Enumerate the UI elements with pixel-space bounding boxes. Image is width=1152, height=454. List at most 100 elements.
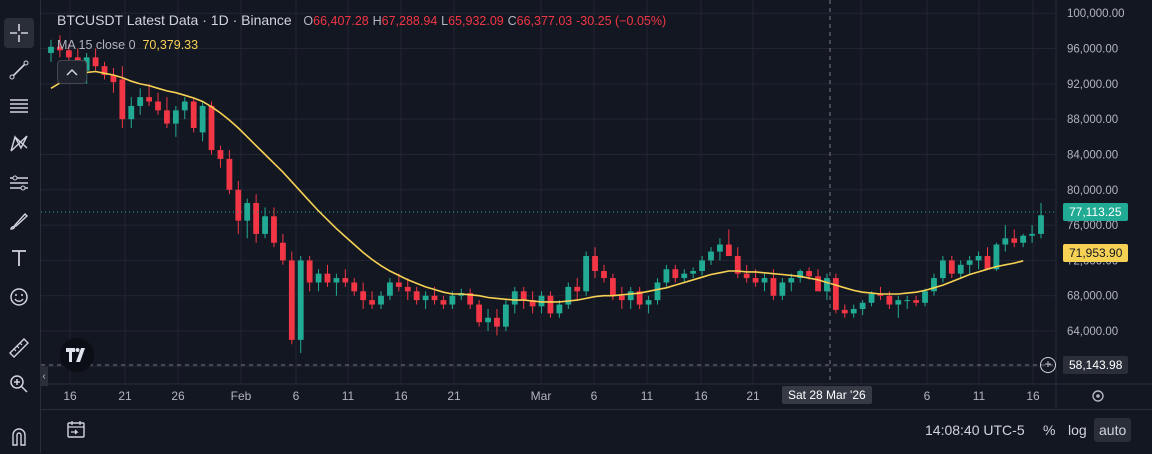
- candle-body: [360, 291, 367, 301]
- x-axis-labels: 162126Feb6111621Mar6111621Mar61116: [63, 389, 1040, 403]
- candle-body: [476, 304, 483, 323]
- candle-body: [975, 256, 982, 261]
- zoom-in-icon[interactable]: [4, 369, 34, 399]
- high-label: H: [372, 14, 382, 28]
- x-tick-label: 6: [591, 389, 598, 403]
- tv-logo-icon: [66, 348, 85, 362]
- candle-body: [1038, 215, 1044, 234]
- candle-body: [387, 282, 393, 296]
- clock-time[interactable]: 14:08:40 UTC-5: [925, 422, 1025, 438]
- trend-line-icon[interactable]: [4, 55, 34, 85]
- x-tick-label: 16: [63, 389, 77, 403]
- candle-body: [761, 278, 768, 283]
- candle-body: [895, 300, 902, 305]
- fib-retracement-icon[interactable]: [4, 91, 34, 121]
- y-tick-label: 92,000.00: [1067, 79, 1118, 91]
- date-range-icon[interactable]: [65, 420, 87, 443]
- candle-body: [886, 295, 893, 305]
- candle-body: [574, 286, 581, 292]
- ma-label: MA 15 close 0: [57, 38, 136, 52]
- x-tick-label: 21: [447, 389, 461, 403]
- change-value: -30.25 (−0.05%): [576, 14, 667, 28]
- ma-legend[interactable]: MA 15 close 0 70,379.33: [57, 38, 198, 52]
- candle-body: [297, 260, 304, 340]
- candle-body: [690, 271, 697, 274]
- candles: [48, 35, 1044, 354]
- magnet-icon[interactable]: [4, 422, 34, 452]
- candle-body: [815, 276, 821, 292]
- candle-body: [627, 291, 634, 301]
- candle-body: [725, 244, 732, 256]
- chart-grid: [41, 0, 1055, 384]
- log-toggle[interactable]: log: [1068, 422, 1087, 438]
- price-chart[interactable]: 162126Feb6111621Mar6111621Mar61116 100,0…: [41, 0, 1152, 409]
- candle-body: [654, 282, 661, 301]
- candle-body: [547, 295, 554, 314]
- candle-body: [226, 158, 233, 190]
- text-icon[interactable]: [4, 243, 34, 273]
- symbol-title[interactable]: BTCUSDT Latest Data · 1D · Binance: [57, 12, 292, 28]
- ma-value: 70,379.33: [142, 38, 199, 52]
- percent-toggle[interactable]: %: [1043, 422, 1055, 438]
- candle-body: [922, 291, 928, 303]
- candle-body: [262, 216, 268, 234]
- projection-icon[interactable]: [4, 168, 34, 198]
- candle-body: [520, 291, 527, 301]
- ma-price-badge: 71,953.90: [1063, 244, 1129, 262]
- crosshair-price-badge: 58,143.98: [1063, 356, 1129, 374]
- candle-body: [583, 256, 590, 292]
- candle-body: [395, 282, 402, 287]
- candle-body: [253, 203, 260, 234]
- x-tick-label: 16: [1026, 389, 1040, 403]
- candle-body: [422, 295, 429, 301]
- symbol-legend: BTCUSDT Latest Data · 1D · Binance O66,4…: [57, 12, 666, 28]
- ma-line: [50, 70, 1024, 303]
- close-value: 66,377.03: [516, 14, 573, 28]
- candle-body: [315, 273, 322, 283]
- pattern-icon[interactable]: [4, 129, 34, 159]
- candle-body: [806, 271, 813, 277]
- x-tick-label: 16: [694, 389, 708, 403]
- candle-body: [413, 291, 420, 301]
- emoji-icon[interactable]: [4, 282, 34, 312]
- candle-body: [92, 57, 99, 67]
- candle-body: [235, 189, 242, 221]
- low-value: 65,932.09: [448, 14, 504, 28]
- add-alert-icon[interactable]: +: [1040, 357, 1056, 373]
- settings-gear-icon[interactable]: [1092, 390, 1104, 402]
- collapse-legend-button[interactable]: [57, 60, 87, 84]
- auto-toggle[interactable]: auto: [1094, 418, 1132, 442]
- candle-body: [440, 300, 447, 305]
- candle-body: [502, 304, 509, 327]
- candle-body: [913, 300, 920, 303]
- crosshair-date-badge: Sat 28 Mar '26: [782, 386, 872, 404]
- open-label: O: [303, 14, 314, 28]
- candle-body: [511, 291, 518, 305]
- candle-body: [957, 264, 964, 274]
- x-tick-label: 21: [118, 389, 132, 403]
- x-tick-label: 11: [973, 389, 986, 403]
- high-value: 67,288.94: [381, 14, 438, 28]
- candle-body: [966, 260, 973, 265]
- candle-body: [779, 282, 786, 296]
- candle-body: [1020, 235, 1027, 243]
- x-tick-label: Mar: [531, 389, 552, 403]
- x-tick-label: 26: [171, 389, 185, 403]
- ruler-icon[interactable]: [4, 333, 34, 363]
- candle-body: [155, 101, 161, 111]
- candle-body: [663, 269, 670, 283]
- y-tick-label: 68,000.00: [1067, 291, 1118, 303]
- candle-body: [333, 278, 340, 283]
- candle-body: [351, 282, 358, 292]
- candle-body: [672, 269, 679, 279]
- candle-body: [199, 105, 206, 133]
- crosshair-icon[interactable]: [4, 18, 34, 48]
- x-tick-label: 6: [293, 389, 300, 403]
- brush-icon[interactable]: [4, 206, 34, 236]
- candle-body: [1029, 233, 1035, 236]
- candle-body: [618, 295, 625, 301]
- tradingview-logo[interactable]: [60, 338, 94, 372]
- candle-body: [601, 271, 607, 279]
- y-tick-label: 76,000.00: [1067, 220, 1118, 232]
- x-tick-label: Feb: [231, 389, 252, 403]
